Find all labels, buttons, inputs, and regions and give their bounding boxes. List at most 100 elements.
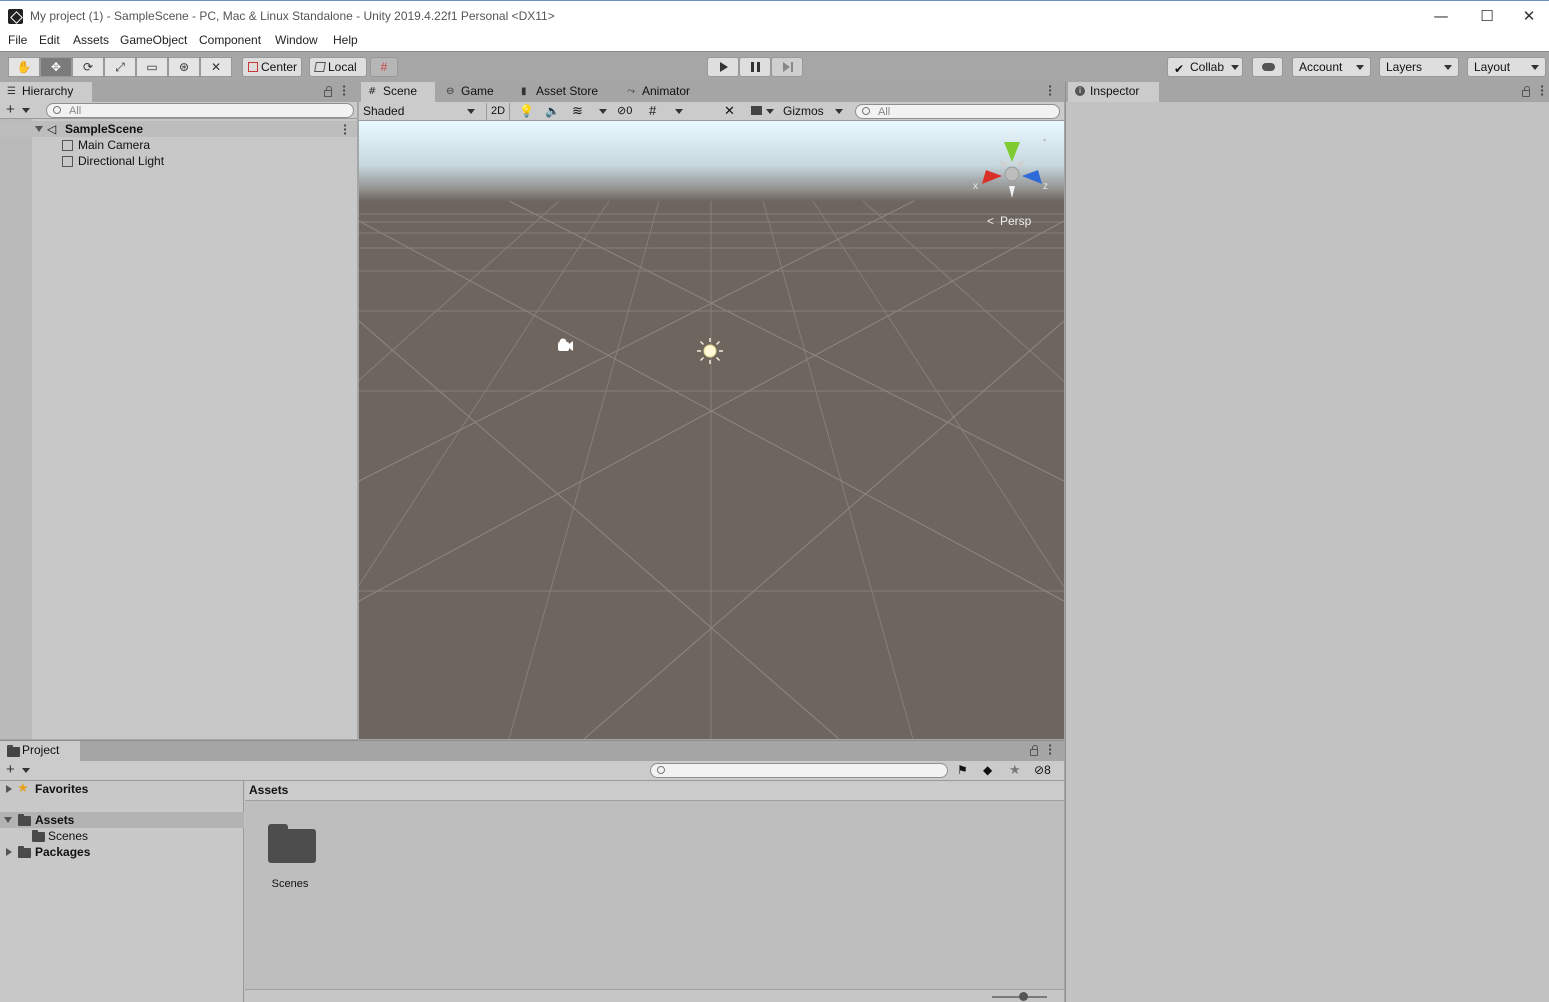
layers-dropdown[interactable]: Layers <box>1379 57 1459 77</box>
open-folder-icon <box>18 814 31 826</box>
more-options-icon[interactable]: · · · <box>1048 81 1052 100</box>
shading-mode-dropdown[interactable]: Shaded <box>363 104 404 118</box>
menu-gameobject[interactable]: GameObject <box>120 33 187 47</box>
scene-search-input[interactable]: All <box>855 104 1060 119</box>
gizmo-lock-icon[interactable]: ▪ <box>1043 135 1046 145</box>
caret-down-icon[interactable] <box>599 109 607 114</box>
favorite-star-icon[interactable]: ★ <box>1009 762 1021 778</box>
tab-game[interactable]: ⊖ Game <box>439 82 505 102</box>
pivot-local-toggle[interactable]: Local <box>309 57 367 77</box>
hand-icon: ✋ <box>16 60 32 74</box>
menu-component[interactable]: Component <box>199 33 261 47</box>
asset-label: Scenes <box>271 878 309 890</box>
inspector-panel: i Inspector · · · <box>1065 81 1549 1002</box>
move-tool-button[interactable]: ✥ <box>40 57 72 77</box>
expand-arrow-icon[interactable] <box>35 126 43 132</box>
caret-down-icon[interactable] <box>766 109 774 114</box>
caret-down-icon[interactable] <box>467 109 475 114</box>
transform-tool-button[interactable]: ⊛ <box>168 57 200 77</box>
close-button[interactable]: ✕ <box>1509 1 1549 32</box>
more-options-icon[interactable]: · · · <box>1540 81 1544 100</box>
expand-arrow-icon[interactable] <box>6 785 12 793</box>
scale-tool-button[interactable]: ⤢ <box>104 57 136 77</box>
grid-toggle-icon[interactable]: # <box>649 103 656 118</box>
rect-tool-button[interactable]: ▭ <box>136 57 168 77</box>
tab-asset-store[interactable]: ▮ Asset Store <box>514 82 606 102</box>
scene-row[interactable]: ◁ SampleScene · · · <box>0 120 357 139</box>
tab-inspector[interactable]: i Inspector <box>1068 82 1159 102</box>
projection-label[interactable]: Persp <box>1000 214 1032 228</box>
menu-edit[interactable]: Edit <box>39 33 60 47</box>
caret-down-icon[interactable] <box>675 109 683 114</box>
menu-window[interactable]: Window <box>275 33 318 47</box>
project-asset-browser: Assets Scenes <box>245 781 1064 1002</box>
caret-down-icon[interactable] <box>22 108 30 113</box>
lock-icon[interactable] <box>1522 86 1530 97</box>
minimize-button[interactable]: — <box>1418 1 1464 32</box>
breadcrumb-assets[interactable]: Assets <box>249 783 288 797</box>
transform-icon: ⊛ <box>178 60 190 74</box>
tab-hierarchy[interactable]: ☰ Hierarchy <box>0 82 92 102</box>
pivot-center-toggle[interactable]: Center <box>242 57 302 77</box>
expand-arrow-icon[interactable] <box>4 817 12 823</box>
effects-toggle-icon[interactable]: ≋ <box>572 103 583 119</box>
lock-icon[interactable] <box>324 86 332 97</box>
caret-down-icon[interactable] <box>22 768 30 773</box>
tree-label: Assets <box>35 813 75 827</box>
zoom-slider-thumb[interactable] <box>1019 992 1028 1001</box>
step-button[interactable] <box>771 57 803 77</box>
2d-toggle[interactable]: 2D <box>486 103 510 120</box>
local-cube-icon <box>314 62 326 72</box>
snap-toggle[interactable]: # <box>370 57 398 77</box>
tree-item-assets[interactable]: Assets <box>0 812 244 828</box>
layout-dropdown[interactable]: Layout <box>1467 57 1546 77</box>
hierarchy-search-input[interactable]: All <box>46 103 354 118</box>
pause-button[interactable] <box>739 57 771 77</box>
menu-file[interactable]: File <box>8 33 27 47</box>
caret-down-icon[interactable] <box>835 109 843 114</box>
center-cube[interactable] <box>1004 166 1020 182</box>
custom-tool-button[interactable]: ✕ <box>200 57 232 77</box>
add-icon[interactable]: + <box>6 761 15 778</box>
tab-label: Game <box>461 84 494 98</box>
tab-animator[interactable]: ⤳ Animator <box>620 82 700 102</box>
more-options-icon[interactable]: · · · <box>342 81 346 100</box>
add-icon[interactable]: + <box>6 101 15 118</box>
tab-scene[interactable]: # Scene <box>361 82 435 102</box>
scene-viewport[interactable]: y x z < Persp ▪ <box>359 121 1064 739</box>
hierarchy-item-main-camera[interactable]: Main Camera <box>0 137 357 153</box>
light-gizmo-icon[interactable] <box>697 338 723 364</box>
hand-tool-button[interactable]: ✋ <box>8 57 40 77</box>
asset-item-scenes[interactable]: Scenes <box>261 821 319 891</box>
search-by-type-icon[interactable]: ⚑ <box>957 763 968 777</box>
more-options-icon[interactable]: · · · <box>1048 740 1052 759</box>
tree-item-scenes[interactable]: Scenes <box>0 828 244 844</box>
collab-dropdown[interactable]: ✔ Collab <box>1167 57 1243 77</box>
scene-options-icon[interactable]: · · · <box>343 120 347 139</box>
cloud-button[interactable] <box>1252 57 1283 77</box>
search-by-label-icon[interactable]: ◆ <box>983 763 992 777</box>
tree-item-favorites[interactable]: ★ Favorites <box>0 780 244 797</box>
hierarchy-gutter <box>0 119 32 739</box>
camera-icon[interactable] <box>751 106 762 115</box>
hierarchy-item-directional-light[interactable]: Directional Light <box>0 153 357 169</box>
maximize-button[interactable]: ☐ <box>1464 1 1510 32</box>
tab-label: Scene <box>383 84 418 98</box>
account-dropdown[interactable]: Account <box>1292 57 1371 77</box>
rotate-tool-button[interactable]: ⟳ <box>72 57 104 77</box>
audio-toggle-icon[interactable]: 🔈 <box>545 104 560 118</box>
tools-icon[interactable]: ✕ <box>724 103 735 119</box>
expand-arrow-icon[interactable] <box>6 848 12 856</box>
hidden-packages-toggle[interactable]: ⊘8 <box>1034 763 1051 777</box>
play-button[interactable] <box>707 57 739 77</box>
menu-assets[interactable]: Assets <box>73 33 109 47</box>
lighting-toggle-icon[interactable]: 💡 <box>519 104 534 118</box>
menu-help[interactable]: Help <box>333 33 358 47</box>
hidden-objects-toggle[interactable]: ⊘0 <box>617 104 632 117</box>
gameobject-icon <box>62 140 73 151</box>
tree-item-packages[interactable]: Packages <box>0 844 244 860</box>
gizmos-dropdown[interactable]: Gizmos <box>783 104 824 118</box>
lock-icon[interactable] <box>1030 745 1038 756</box>
tab-project[interactable]: Project <box>0 741 80 761</box>
project-search-input[interactable] <box>650 763 948 778</box>
